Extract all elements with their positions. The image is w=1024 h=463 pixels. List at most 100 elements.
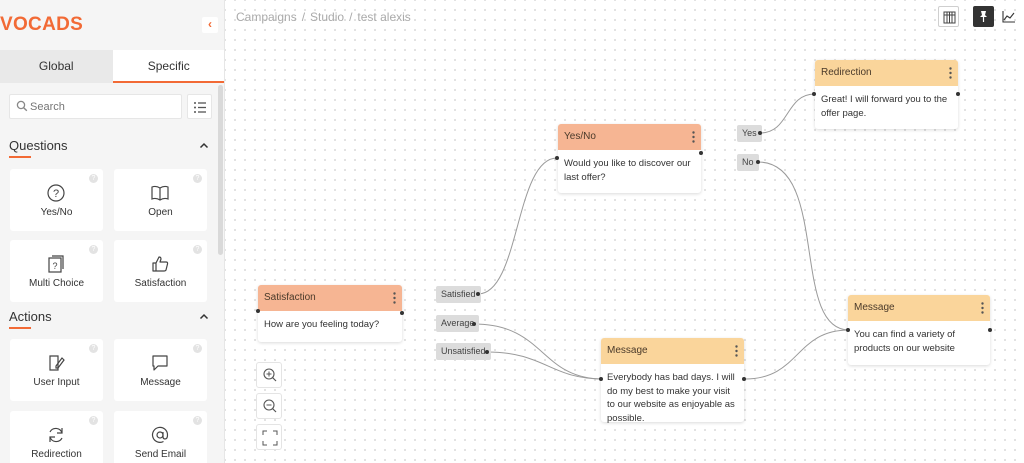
more-options-icon[interactable] — [692, 131, 695, 143]
block-label: Send Email — [134, 449, 187, 460]
breadcrumb-item-current: test alexis — [357, 10, 411, 24]
fit-view-button[interactable] — [256, 424, 282, 450]
help-icon[interactable]: ? — [89, 416, 98, 425]
section-title-actions[interactable]: Actions — [9, 309, 52, 329]
tab-specific[interactable]: Specific — [112, 50, 224, 83]
chevron-up-icon[interactable] — [199, 312, 209, 322]
sidebar: VOCADS ‹ Global Specific Questions ? ? Y… — [0, 0, 225, 463]
multi-choice-icon: ? — [48, 255, 64, 273]
breadcrumb-item-campaigns[interactable]: Campaigns — [236, 10, 297, 24]
node-yes-no[interactable]: Yes/No Would you like to discover our la… — [558, 124, 701, 193]
node-header[interactable]: Redirection — [815, 60, 958, 86]
list-icon — [194, 102, 206, 113]
svg-text:?: ? — [52, 261, 57, 271]
grid-view-button[interactable] — [938, 6, 959, 27]
analytics-button[interactable] — [998, 6, 1019, 27]
output-port[interactable] — [472, 322, 476, 326]
block-label: Yes/No — [40, 207, 73, 218]
breadcrumb-separator: / — [349, 10, 353, 24]
refresh-icon — [49, 427, 63, 443]
output-port[interactable] — [742, 377, 746, 381]
more-options-icon[interactable] — [949, 67, 952, 79]
node-redirection[interactable]: Redirection Great! I will forward you to… — [815, 60, 958, 129]
app-logo: VOCADS — [0, 14, 84, 35]
list-view-button[interactable] — [187, 94, 212, 119]
block-label: Redirection — [31, 449, 82, 460]
answer-satisfied[interactable]: Satisfied — [436, 286, 481, 303]
output-port[interactable] — [758, 131, 762, 135]
grid-icon — [943, 11, 956, 24]
output-port[interactable] — [485, 350, 489, 354]
svg-text:?: ? — [53, 188, 59, 200]
input-port[interactable] — [555, 156, 559, 160]
pin-button[interactable] — [973, 6, 994, 27]
input-port[interactable] — [256, 309, 260, 313]
help-icon[interactable]: ? — [193, 344, 202, 353]
zoom-out-button[interactable] — [256, 393, 282, 419]
chevron-up-icon[interactable] — [199, 141, 209, 151]
block-send-email[interactable]: ? Send Email — [114, 411, 207, 463]
help-icon[interactable]: ? — [89, 174, 98, 183]
thumbs-up-icon — [152, 256, 169, 272]
pin-icon — [980, 11, 987, 22]
input-port[interactable] — [846, 328, 850, 332]
block-open[interactable]: ? Open — [114, 169, 207, 231]
node-message-right[interactable]: Message You can find a variety of produc… — [848, 295, 990, 365]
block-multi-choice[interactable]: ? ? Multi Choice — [10, 240, 103, 302]
more-options-icon[interactable] — [393, 292, 396, 304]
help-icon[interactable]: ? — [89, 245, 98, 254]
help-icon[interactable]: ? — [193, 245, 202, 254]
input-port[interactable] — [812, 92, 816, 96]
sidebar-scrollbar[interactable] — [218, 85, 223, 255]
fullscreen-icon — [262, 430, 278, 446]
node-text: Would you like to discover our last offe… — [564, 158, 691, 183]
breadcrumb: Campaigns / Studio / test alexis — [236, 10, 411, 24]
sidebar-tabs: Global Specific — [0, 50, 224, 83]
section-label: Actions — [9, 309, 52, 324]
search-box — [9, 94, 182, 119]
more-options-icon[interactable] — [735, 345, 738, 357]
output-port[interactable] — [400, 311, 404, 315]
block-label: Open — [148, 207, 173, 218]
node-header[interactable]: Satisfaction — [258, 285, 402, 311]
help-icon[interactable]: ? — [193, 416, 202, 425]
output-port[interactable] — [988, 328, 992, 332]
collapse-sidebar-button[interactable]: ‹ — [202, 17, 218, 33]
help-icon[interactable]: ? — [193, 174, 202, 183]
node-header[interactable]: Message — [848, 295, 990, 321]
block-redirection[interactable]: ? Redirection — [10, 411, 103, 463]
node-text: Everybody has bad days. I will do my bes… — [607, 372, 735, 424]
breadcrumb-separator: / — [301, 10, 306, 24]
node-message-bottom[interactable]: Message Everybody has bad days. I will d… — [601, 338, 744, 424]
at-sign-icon — [151, 426, 169, 443]
help-icon[interactable]: ? — [89, 344, 98, 353]
section-title-questions[interactable]: Questions — [9, 138, 68, 158]
question-circle-icon: ? — [47, 184, 65, 202]
output-port[interactable] — [756, 160, 760, 164]
block-yes-no[interactable]: ? ? Yes/No — [10, 169, 103, 231]
node-header[interactable]: Yes/No — [558, 124, 701, 150]
block-user-input[interactable]: ? User Input — [10, 339, 103, 401]
node-title: Yes/No — [564, 131, 596, 142]
zoom-in-icon — [263, 368, 277, 382]
block-satisfaction[interactable]: ? Satisfaction — [114, 240, 207, 302]
chat-bubble-icon — [152, 355, 168, 371]
node-satisfaction[interactable]: Satisfaction How are you feeling today? — [258, 285, 402, 342]
zoom-out-icon — [263, 399, 277, 413]
zoom-in-button[interactable] — [256, 362, 282, 388]
block-message[interactable]: ? Message — [114, 339, 207, 401]
search-icon — [16, 100, 28, 112]
node-text: You can find a variety of products on ou… — [854, 329, 956, 354]
output-port[interactable] — [476, 292, 480, 296]
input-port[interactable] — [599, 377, 603, 381]
answer-unsatisfied[interactable]: Unsatisfied — [436, 343, 491, 360]
output-port[interactable] — [699, 151, 703, 155]
breadcrumb-item-studio[interactable]: Studio — [310, 10, 344, 24]
more-options-icon[interactable] — [981, 302, 984, 314]
block-label: Satisfaction — [134, 278, 187, 289]
block-label: Multi Choice — [28, 278, 85, 289]
node-header[interactable]: Message — [601, 338, 744, 364]
tab-global[interactable]: Global — [0, 50, 113, 83]
search-input[interactable] — [30, 98, 178, 116]
output-port[interactable] — [956, 92, 960, 96]
